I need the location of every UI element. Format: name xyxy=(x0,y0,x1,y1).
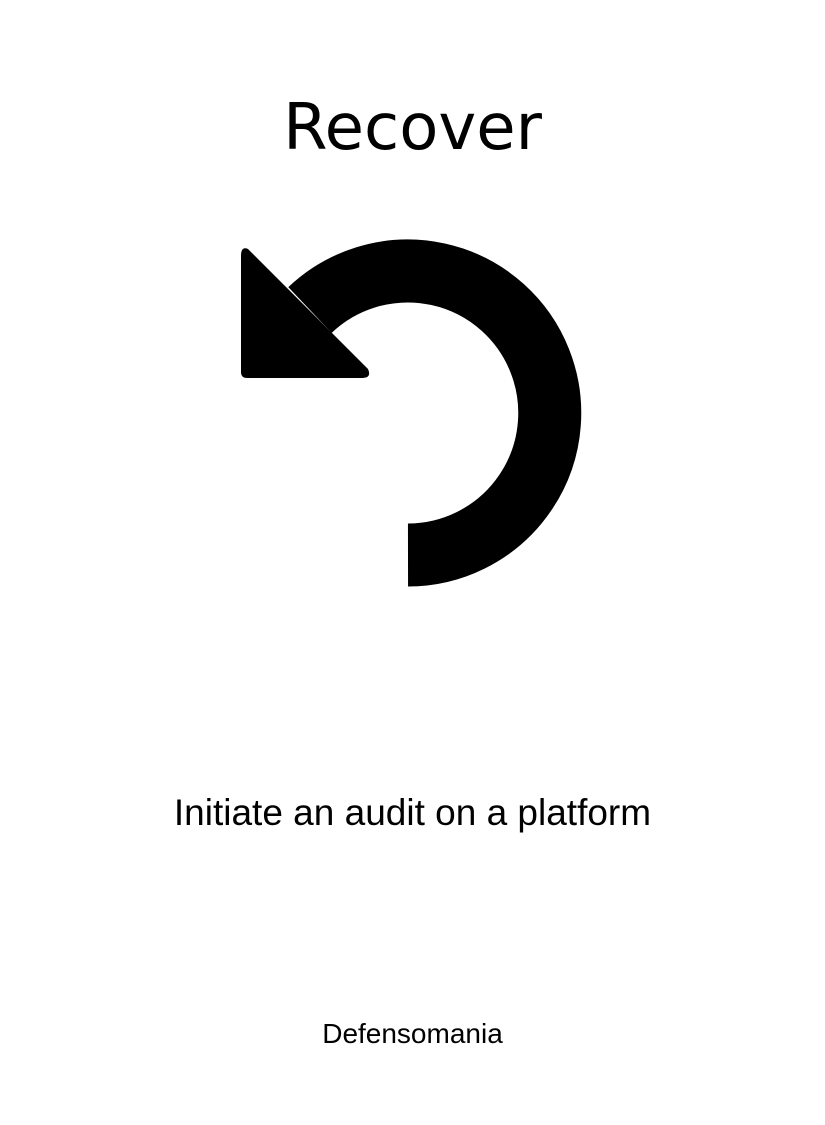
card-title: Recover xyxy=(283,91,542,165)
undo-arrow-icon xyxy=(230,230,600,600)
brand-label: Defensomania xyxy=(322,1018,503,1049)
recover-card: Recover Initiate an audit on a platform … xyxy=(0,0,825,1125)
card-description: Initiate an audit on a platform xyxy=(173,792,652,833)
